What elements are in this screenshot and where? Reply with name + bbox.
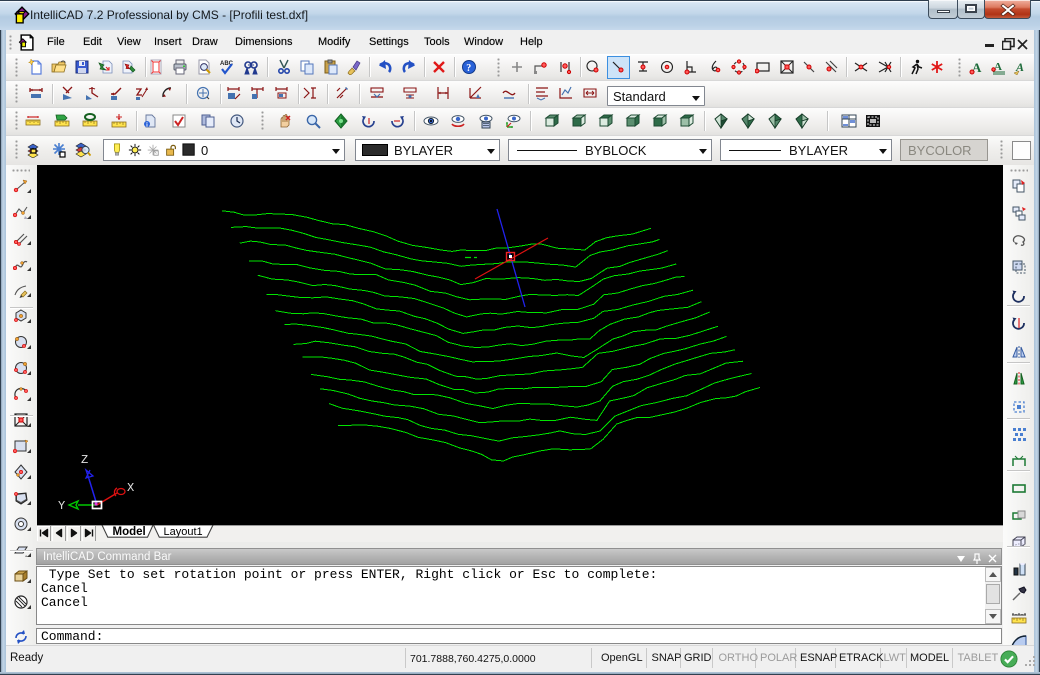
svg-text:Layout1: Layout1 [164,526,203,538]
svg-text:?: ? [466,63,471,74]
svg-text:Model: Model [113,526,146,538]
svg-text:Z: Z [81,453,88,467]
svg-text:X: X [127,481,134,495]
svg-text:A: A [994,61,1002,73]
svg-text:Y: Y [58,499,65,513]
